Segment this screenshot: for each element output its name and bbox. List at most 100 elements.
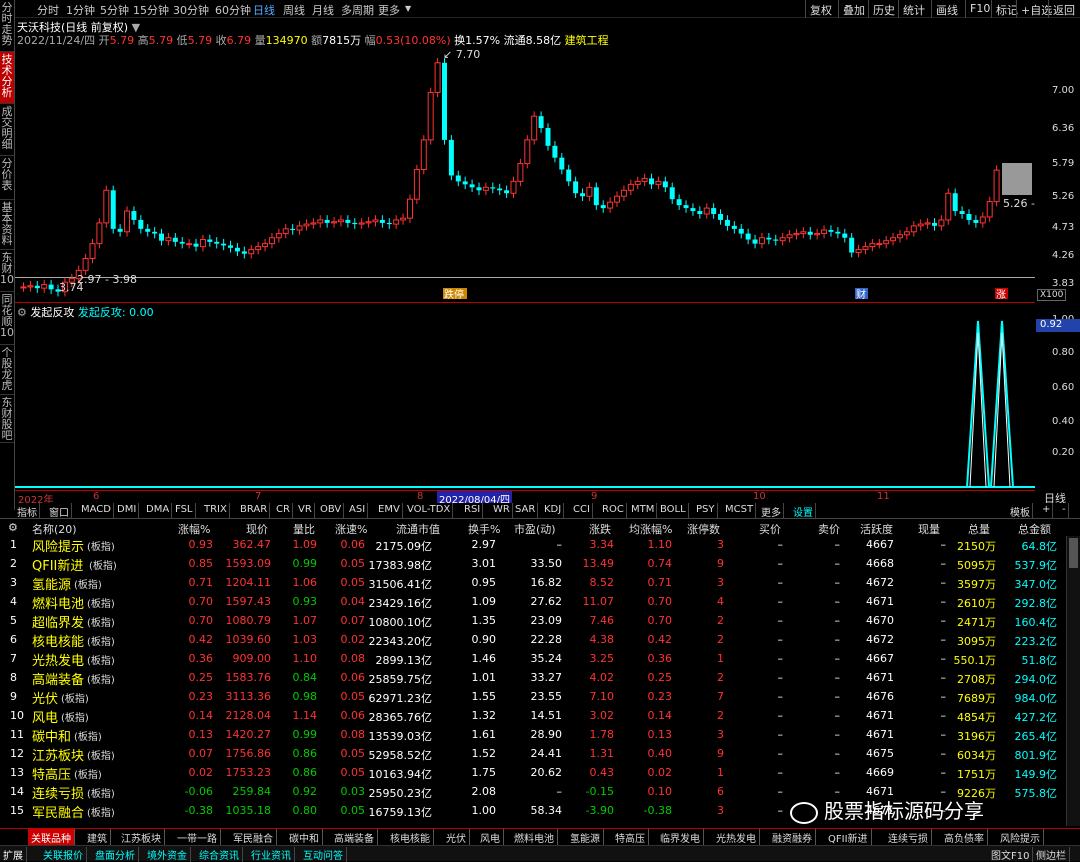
related-tab-10[interactable]: 燃料电池 xyxy=(511,829,558,845)
table-row[interactable]: 8 高端装备 (板指) 0.25 1583.76 0.84 0.06 25859.75亿 1.0… xyxy=(0,669,1065,688)
indicator-tab-10[interactable]: OBV xyxy=(318,503,345,518)
column-header-13[interactable]: 活跃度 xyxy=(860,521,893,537)
column-header-1[interactable]: 涨幅% xyxy=(178,521,210,537)
indicator-tab-22[interactable]: PSY xyxy=(694,503,718,518)
row-name[interactable]: 江苏板块 xyxy=(32,745,84,764)
table-row[interactable]: 10 风电 (板指) 0.14 2128.04 1.14 0.06 28365.76亿 1.32… xyxy=(0,707,1065,726)
toolbar-button-5[interactable]: F10 xyxy=(965,0,994,18)
gear-icon[interactable]: ⚙ xyxy=(17,306,27,319)
left-tab-5[interactable]: 东财10 xyxy=(0,250,14,292)
related-tab-0[interactable]: 关联品种 xyxy=(28,829,75,845)
row-name[interactable]: 核电核能 xyxy=(32,631,84,650)
period-7[interactable]: 周线 xyxy=(283,2,305,18)
related-tab-19[interactable]: 风险提示 xyxy=(997,829,1044,845)
row-name[interactable]: 风险提示 xyxy=(32,536,84,555)
row-name[interactable]: 高端装备 xyxy=(32,669,84,688)
toolbar-button-0[interactable]: 复权 xyxy=(805,0,836,18)
related-tab-15[interactable]: 融资融券 xyxy=(769,829,816,845)
row-name[interactable]: 燃料电池 xyxy=(32,593,84,612)
indicator-tab-9[interactable]: VR xyxy=(296,503,315,518)
status-item-2[interactable]: 盘面分析 xyxy=(92,847,139,862)
related-tab-4[interactable]: 军民融合 xyxy=(230,829,277,845)
indicator-tab-12[interactable]: EMV xyxy=(376,503,403,518)
row-name[interactable]: 碳中和 xyxy=(32,726,71,745)
row-name[interactable]: 光热发电 xyxy=(32,650,84,669)
column-header-7[interactable]: 市盈(动) xyxy=(514,521,556,537)
indicator-tab-13[interactable]: VOL-TDX xyxy=(405,503,454,518)
indicator-tab-23[interactable]: MCST xyxy=(723,503,757,518)
related-tab-5[interactable]: 碳中和 xyxy=(286,829,323,845)
column-header-5[interactable]: 流通市值 xyxy=(396,521,440,537)
related-tab-8[interactable]: 光伏 xyxy=(443,829,470,845)
related-tab-7[interactable]: 核电核能 xyxy=(387,829,434,845)
toolbar-button-3[interactable]: 统计 xyxy=(898,0,929,18)
indicator-tab-8[interactable]: CR xyxy=(274,503,293,518)
indicator-tab-1[interactable]: 窗口 xyxy=(47,503,72,519)
indicator-tab-0[interactable]: 指标 xyxy=(15,503,40,519)
column-header-2[interactable]: 现价 xyxy=(246,521,268,537)
status-item-0[interactable]: 扩展 xyxy=(0,847,27,862)
row-name[interactable]: 光伏 xyxy=(32,688,58,707)
period-2[interactable]: 5分钟 xyxy=(100,2,129,18)
toolbar-button-8[interactable]: 返回 xyxy=(1048,0,1079,18)
related-tab-13[interactable]: 临界发电 xyxy=(657,829,704,845)
indicator-chart[interactable] xyxy=(15,302,1035,488)
row-name[interactable]: 风电 xyxy=(32,707,58,726)
column-header-4[interactable]: 涨速% xyxy=(335,521,367,537)
status-item-3[interactable]: 境外资金 xyxy=(144,847,191,862)
related-tab-2[interactable]: 江苏板块 xyxy=(118,829,165,845)
table-row[interactable]: 2 QFII新进 (板指) 0.85 1593.09 0.99 0.05 17383.98亿 3… xyxy=(0,555,1065,574)
status-item-6[interactable]: 互动问答 xyxy=(300,847,347,862)
indicator-tab-19[interactable]: ROC xyxy=(600,503,627,518)
table-row[interactable]: 3 氢能源 (板指) 0.71 1204.11 1.06 0.05 31506.41亿 0.95… xyxy=(0,574,1065,593)
status-item-5[interactable]: 行业资讯 xyxy=(248,847,295,862)
related-tab-3[interactable]: 一带一路 xyxy=(174,829,221,845)
indicator-tab-18[interactable]: CCI xyxy=(571,503,593,518)
indicator-tab-4[interactable]: DMA xyxy=(144,503,173,518)
column-header-3[interactable]: 量比 xyxy=(293,521,315,537)
indicator-tab-15[interactable]: WR xyxy=(491,503,513,518)
event-marker[interactable]: 跌停 xyxy=(444,288,464,300)
indicator-tab-25[interactable]: 设置 xyxy=(791,503,816,519)
indicator-tab-right-1[interactable]: + xyxy=(1040,503,1054,518)
period-1[interactable]: 1分钟 xyxy=(66,2,95,18)
toolbar-button-2[interactable]: 历史 xyxy=(868,0,899,18)
table-row[interactable]: 4 燃料电池 (板指) 0.70 1597.43 0.93 0.04 23429.16亿 1.0… xyxy=(0,593,1065,612)
status-item-4[interactable]: 综合资讯 xyxy=(196,847,243,862)
related-tab-11[interactable]: 氢能源 xyxy=(567,829,604,845)
left-tab-0[interactable]: 分时走势 xyxy=(0,0,14,52)
indicator-tab-5[interactable]: FSL xyxy=(173,503,196,518)
indicator-tab-14[interactable]: RSI xyxy=(462,503,484,518)
status-item-1[interactable]: 关联报价 xyxy=(40,847,87,862)
indicator-tab-17[interactable]: KDJ xyxy=(542,503,565,518)
period-6[interactable]: 日线 xyxy=(253,2,275,18)
row-name[interactable]: 超临界发 xyxy=(32,612,84,631)
row-name[interactable]: QFII新进 xyxy=(32,555,83,574)
indicator-tab-11[interactable]: ASI xyxy=(347,503,369,518)
event-marker[interactable]: 涨 xyxy=(996,289,1006,300)
period-3[interactable]: 15分钟 xyxy=(133,2,169,18)
related-tab-18[interactable]: 高负债率 xyxy=(941,829,988,845)
vertical-scrollbar[interactable] xyxy=(1066,536,1080,826)
left-tab-2[interactable]: 成交明细 xyxy=(0,104,14,156)
column-header-10[interactable]: 涨停数 xyxy=(687,521,720,537)
related-tab-17[interactable]: 连续亏损 xyxy=(885,829,932,845)
column-header-11[interactable]: 买价 xyxy=(759,521,781,537)
period-4[interactable]: 30分钟 xyxy=(173,2,209,18)
related-tab-9[interactable]: 风电 xyxy=(477,829,504,845)
table-row[interactable]: 11 碳中和 (板指) 0.13 1420.27 0.99 0.08 13539.03亿 1.6… xyxy=(0,726,1065,745)
column-header-12[interactable]: 卖价 xyxy=(818,521,840,537)
column-header-15[interactable]: 总量 xyxy=(968,521,990,537)
row-name[interactable]: 氢能源 xyxy=(32,574,71,593)
period-8[interactable]: 月线 xyxy=(312,2,334,18)
period-10[interactable]: 更多 xyxy=(378,2,400,18)
column-header-14[interactable]: 现量 xyxy=(918,521,940,537)
period-5[interactable]: 60分钟 xyxy=(215,2,251,18)
column-header-0[interactable]: 名称(20) xyxy=(32,521,77,537)
table-row[interactable]: 9 光伏 (板指) 0.23 3113.36 0.98 0.05 62971.23亿 1.55 2… xyxy=(0,688,1065,707)
related-tab-16[interactable]: QFII新进 xyxy=(825,829,872,845)
candlestick-chart[interactable]: ↙ 7.703.742.97 - 3.985.26 -跌停财涨 xyxy=(15,45,1035,300)
indicator-tab-right-0[interactable]: 模板 xyxy=(1008,503,1033,519)
scroll-thumb[interactable] xyxy=(1069,538,1078,568)
table-row[interactable]: 5 超临界发 (板指) 0.70 1080.79 1.07 0.07 10800.10亿 1.3… xyxy=(0,612,1065,631)
